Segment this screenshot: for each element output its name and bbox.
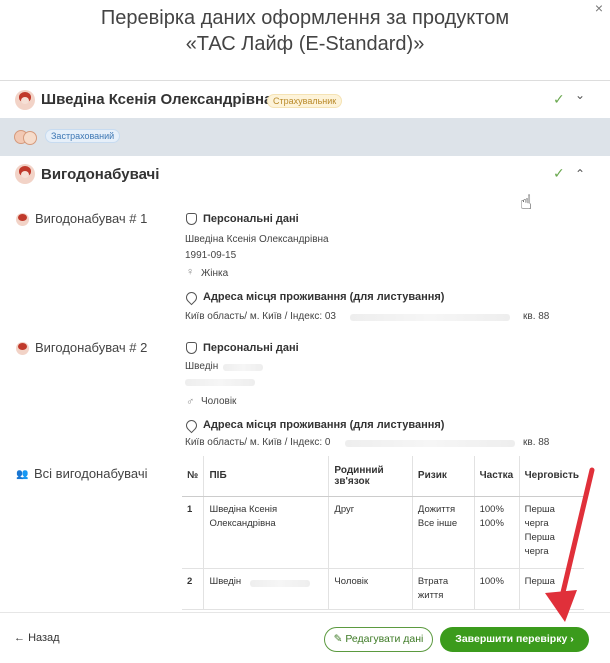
avatar-icon (15, 164, 35, 184)
shield-icon (186, 342, 197, 354)
col-header-risk: Ризик (411, 456, 475, 497)
table-row: 1 Шведіна Ксенія Олександрівна Друг Дожи… (182, 496, 584, 569)
beneficiary-2-label: Вигодонабувач # 2 (35, 340, 148, 355)
location-icon (183, 289, 200, 306)
redacted-text (185, 379, 255, 386)
edit-data-button[interactable]: ✎ Редагувати дані (324, 627, 433, 652)
back-label: Назад (28, 632, 60, 644)
row-num: 2 (182, 568, 204, 610)
close-icon[interactable]: × (595, 0, 603, 16)
beneficiary-2-name: Шведін (185, 361, 219, 372)
row-name: Шведіна Ксенія Олександрівна (203, 496, 329, 569)
redacted-text (350, 314, 510, 321)
row-share: 100% (473, 568, 520, 610)
insurer-role-badge: Страхувальник (267, 94, 343, 108)
beneficiaries-table: № ПІБ Родинний зв'язок Ризик Частка Черг… (182, 456, 584, 610)
avatar-icon (16, 213, 29, 226)
check-icon: ✓ (553, 165, 565, 181)
arrow-left-icon: ← (14, 632, 25, 644)
beneficiary-1-address: Київ область/ м. Київ / Індекс: 03 (185, 311, 336, 322)
female-icon: ♀ (186, 266, 195, 278)
col-header-order: Черговість (518, 456, 584, 497)
dialog-title: Перевірка даних оформлення за продуктом … (0, 5, 610, 57)
row-num: 1 (182, 496, 204, 569)
beneficiary-2-gender: Чоловік (201, 396, 237, 407)
row-name: Шведін (203, 568, 329, 610)
row-relation: Друг (328, 496, 413, 569)
address-title: Адреса місця проживання (для листування) (203, 419, 445, 431)
chevron-right-icon: › (570, 633, 574, 645)
beneficiary-2-apartment: кв. 88 (523, 437, 550, 448)
back-button[interactable]: ← Назад (14, 632, 60, 644)
beneficiaries-header[interactable]: Вигодонабувачі ✓ ⌃ (0, 157, 610, 193)
pencil-icon: ✎ (333, 633, 343, 645)
row-share: 100% 100% (473, 496, 520, 569)
chevron-up-icon[interactable]: ⌃ (575, 167, 585, 181)
beneficiary-1-birthdate: 1991-09-15 (185, 250, 237, 261)
chevron-down-icon[interactable]: ⌄ (575, 88, 585, 102)
all-beneficiaries-label: Всі вигодонабувачі (34, 466, 148, 481)
row-risk: Дожиття Все інше (411, 496, 475, 569)
check-icon: ✓ (553, 91, 565, 107)
insurer-row[interactable]: Шведіна Ксенія Олександрівна Страхувальн… (0, 82, 610, 118)
row-risk: Втрата життя (411, 568, 475, 610)
insured-row[interactable]: Застрахований (0, 118, 610, 156)
redacted-text (250, 580, 310, 587)
location-icon (183, 417, 200, 434)
table-row: 2 Шведін Чоловік Втрата життя 100% Перша (182, 568, 584, 610)
col-header-share: Частка (473, 456, 520, 497)
col-header-num: № (182, 456, 204, 497)
beneficiary-1-apartment: кв. 88 (523, 311, 550, 322)
personal-data-title: Персональні дані (203, 342, 299, 354)
title-line-2: «ТАС Лайф (E-Standard)» (185, 33, 425, 55)
people-icon: 👥 (16, 469, 29, 480)
table-header-row: № ПІБ Родинний зв'язок Ризик Частка Черг… (182, 456, 584, 497)
hand-cursor-icon: ☝ (520, 192, 533, 214)
avatar-icon (15, 90, 35, 110)
address-title: Адреса місця проживання (для листування) (203, 291, 445, 303)
redacted-text (345, 440, 515, 447)
edit-label: Редагувати дані (345, 633, 424, 645)
male-icon: ♂ (186, 396, 195, 408)
row-relation: Чоловік (328, 568, 413, 610)
insured-avatars-icon (14, 128, 38, 146)
insured-badge: Застрахований (45, 129, 121, 143)
divider (0, 80, 610, 81)
finish-check-button[interactable]: Завершити перевірку › (440, 627, 589, 652)
insurer-name: Шведіна Ксенія Олександрівна (41, 91, 273, 108)
title-line-1: Перевірка даних оформлення за продуктом (100, 7, 510, 29)
footer-bar: ← Назад ✎ Редагувати дані Завершити пере… (0, 612, 610, 663)
col-header-name: ПІБ (203, 456, 329, 497)
avatar-icon (16, 342, 29, 355)
beneficiary-1-name: Шведіна Ксенія Олександрівна (185, 234, 329, 245)
beneficiaries-heading: Вигодонабувачі (41, 166, 160, 183)
shield-icon (186, 213, 197, 225)
col-header-relation: Родинний зв'язок (328, 456, 413, 497)
redacted-text (223, 364, 263, 371)
row-order: Перша черга Перша черга (518, 496, 584, 569)
finish-label: Завершити перевірку (455, 633, 568, 645)
beneficiary-1-gender: Жінка (201, 268, 229, 279)
row-order: Перша (518, 568, 584, 610)
beneficiary-1-label: Вигодонабувач # 1 (35, 211, 148, 226)
personal-data-title: Персональні дані (203, 213, 299, 225)
beneficiary-2-address: Київ область/ м. Київ / Індекс: 0 (185, 437, 331, 448)
